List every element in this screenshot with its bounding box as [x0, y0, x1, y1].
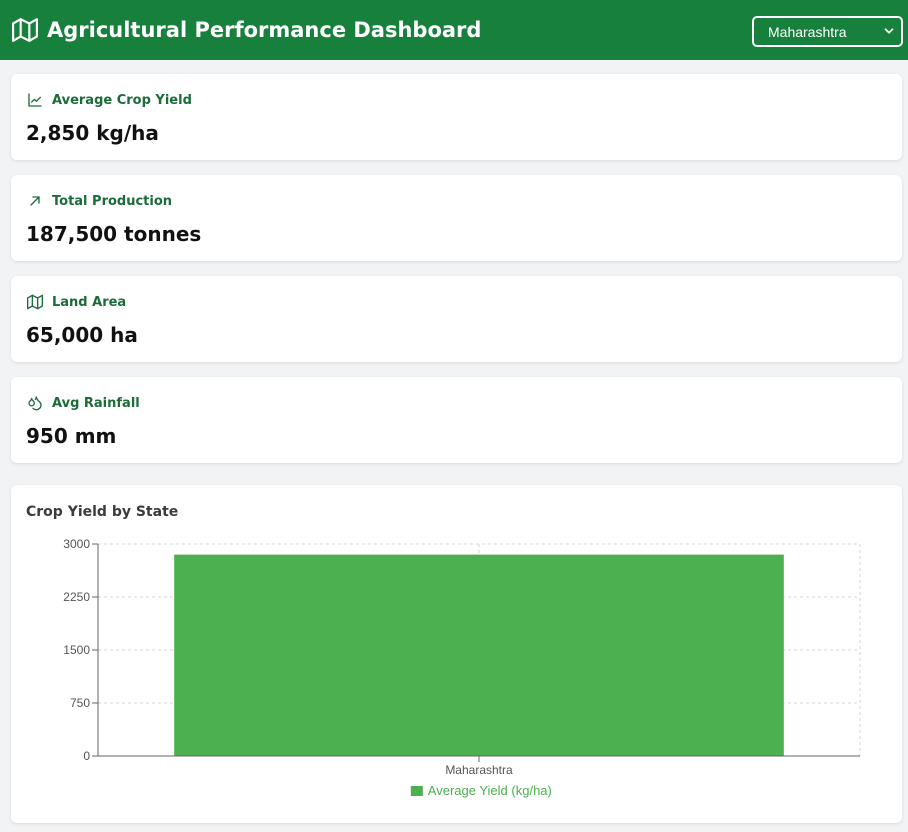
- y-tick-label: 3000: [63, 537, 90, 551]
- stat-card-yield: Average Crop Yield 2,850 kg/ha: [11, 74, 902, 160]
- chart-card: Crop Yield by State 0 750 1500 2250 3000 Maha…: [11, 485, 902, 823]
- map-icon: [12, 17, 38, 43]
- map-icon: [27, 294, 43, 310]
- page-title: Agricultural Performance Dashboard: [47, 18, 482, 42]
- x-tick-label: Maharashtra: [445, 763, 513, 777]
- stat-value: 950 mm: [26, 424, 117, 448]
- y-tick-label: 2250: [63, 590, 90, 604]
- legend-swatch: [410, 786, 423, 796]
- bar: [174, 554, 784, 756]
- stat-value: 65,000 ha: [26, 323, 138, 347]
- stat-value: 2,850 kg/ha: [26, 121, 159, 145]
- stat-label: Avg Rainfall: [52, 395, 140, 411]
- bar-chart: 0 750 1500 2250 3000 Maharashtra Average Yield…: [63, 537, 861, 798]
- y-tick-label: 1500: [63, 643, 90, 657]
- stat-label: Average Crop Yield: [52, 92, 192, 108]
- stat-label: Land Area: [52, 294, 127, 310]
- stat-label: Total Production: [52, 193, 173, 209]
- arrow-up-right-icon: [27, 193, 43, 209]
- droplets-icon: [27, 395, 43, 411]
- stat-value: 187,500 tonnes: [26, 222, 202, 246]
- stat-card-production: Total Production 187,500 tonnes: [11, 175, 902, 261]
- stat-card-land-area: Land Area 65,000 ha: [11, 276, 902, 362]
- y-tick-label: 750: [70, 696, 90, 710]
- y-tick-label: 0: [83, 749, 90, 763]
- legend-label: Average Yield (kg/ha): [428, 783, 552, 798]
- trend-line-icon: [27, 92, 43, 108]
- state-select[interactable]: Maharashtra: [752, 16, 903, 47]
- stat-card-rainfall: Avg Rainfall 950 mm: [11, 377, 902, 463]
